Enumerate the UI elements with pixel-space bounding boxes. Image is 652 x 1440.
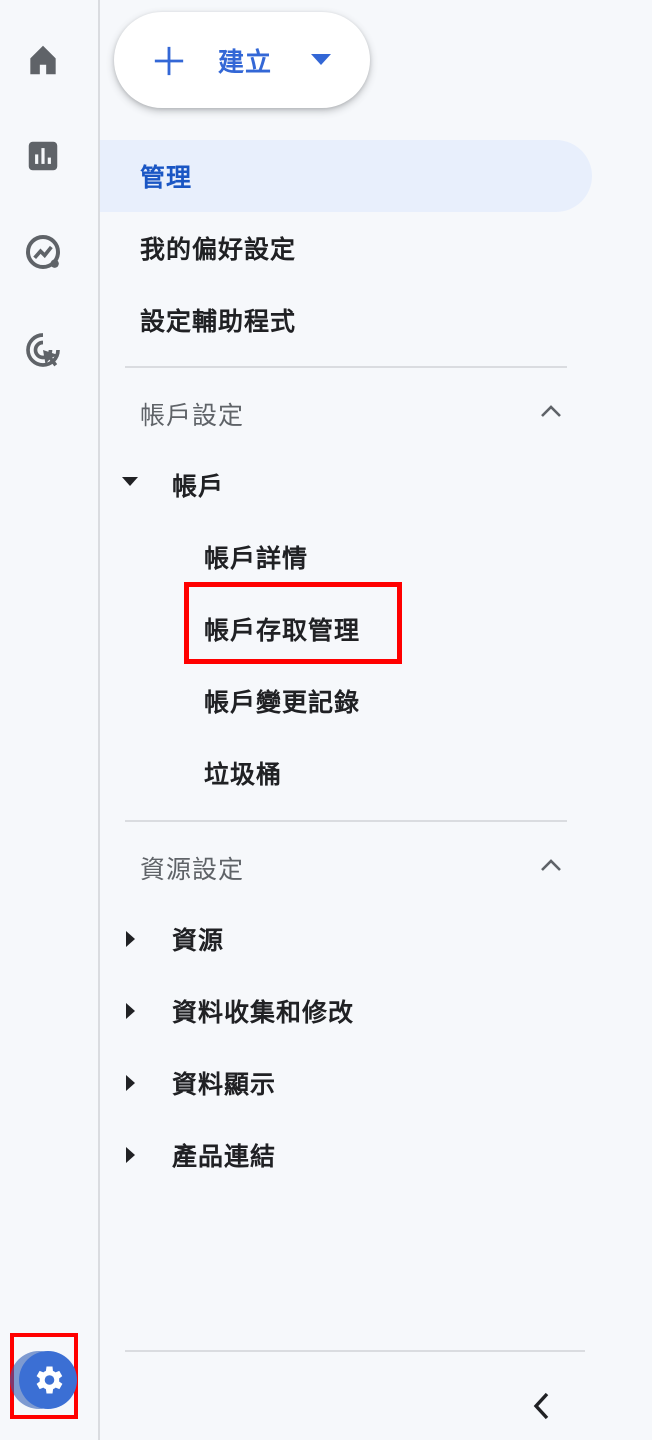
tree-item-product-links[interactable]: 產品連結 — [100, 1125, 592, 1185]
caret-down-icon — [122, 477, 138, 486]
create-button[interactable]: 建立 — [114, 12, 370, 108]
settings-button[interactable] — [10, 1333, 78, 1419]
nav-item-admin[interactable]: 管理 — [100, 140, 592, 212]
chevron-up-icon[interactable] — [540, 404, 562, 418]
sub-item-account-change-history[interactable]: 帳戶變更記錄 — [204, 671, 360, 731]
tree-item-data-display[interactable]: 資料顯示 — [100, 1053, 592, 1113]
caret-right-icon — [126, 1003, 135, 1019]
reports-bar-chart-icon[interactable] — [20, 133, 66, 179]
caret-right-icon — [126, 1075, 135, 1091]
tree-item-data-collection[interactable]: 資料收集和修改 — [100, 981, 592, 1041]
chevron-up-icon[interactable] — [540, 858, 562, 872]
section-title: 資源設定 — [140, 855, 245, 884]
caret-right-icon — [126, 931, 135, 947]
caret-right-icon — [126, 1147, 135, 1163]
sub-item-label: 帳戶詳情 — [204, 544, 309, 573]
nav-item-label: 管理 — [140, 163, 193, 192]
collapse-nav-button[interactable] — [524, 1386, 558, 1426]
sub-item-label: 垃圾桶 — [204, 760, 283, 789]
divider — [125, 1350, 585, 1352]
nav-item-label: 我的偏好設定 — [140, 235, 297, 264]
sub-item-label: 帳戶變更記錄 — [204, 688, 361, 717]
nav-item-label: 設定輔助程式 — [140, 307, 297, 336]
plus-icon — [154, 46, 184, 76]
left-rail — [0, 0, 100, 1440]
tree-item-label: 帳戶 — [172, 472, 225, 501]
sub-item-account-details[interactable]: 帳戶詳情 — [204, 527, 308, 587]
home-icon[interactable] — [20, 37, 66, 83]
tree-item-label: 資源 — [172, 926, 225, 955]
section-header-account-settings[interactable]: 帳戶設定 — [100, 384, 592, 444]
divider — [125, 820, 567, 822]
advertising-target-icon[interactable] — [20, 327, 66, 373]
section-title: 帳戶設定 — [140, 401, 245, 430]
tree-item-label: 資料顯示 — [172, 1070, 277, 1099]
section-header-property-settings[interactable]: 資源設定 — [100, 838, 592, 898]
tree-item-property[interactable]: 資源 — [100, 909, 592, 969]
nav-item-preferences[interactable]: 我的偏好設定 — [100, 212, 592, 284]
chevron-left-icon — [533, 1392, 549, 1420]
gear-icon[interactable] — [19, 1351, 77, 1409]
caret-down-icon[interactable] — [311, 54, 331, 66]
sub-item-trash[interactable]: 垃圾桶 — [204, 743, 282, 803]
admin-nav-panel: 建立 管理 我的偏好設定 設定輔助程式 帳戶設定 帳戶 帳戶詳情 帳戶存取管理 … — [100, 0, 652, 1440]
divider — [125, 366, 567, 368]
highlight-box — [184, 582, 402, 664]
tree-item-label: 資料收集和修改 — [172, 998, 355, 1027]
explore-trend-icon[interactable] — [20, 229, 66, 275]
tree-item-account[interactable]: 帳戶 — [100, 455, 592, 515]
tree-item-label: 產品連結 — [172, 1142, 277, 1171]
nav-item-setup-assistant[interactable]: 設定輔助程式 — [100, 284, 592, 356]
create-label: 建立 — [218, 48, 273, 78]
